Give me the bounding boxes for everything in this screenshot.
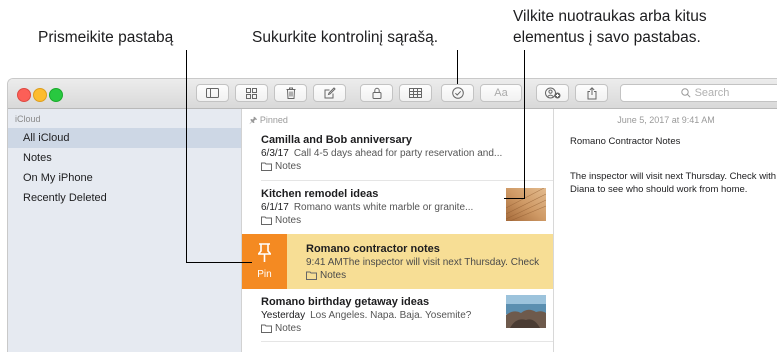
note-date: 6/1/17: [261, 202, 289, 213]
note-editor-date: June 5, 2017 at 9:41 AM: [617, 115, 715, 125]
pinned-header-label: Pinned: [259, 115, 288, 125]
note-date: 6/3/17: [261, 148, 289, 159]
search-placeholder: Search: [694, 87, 730, 99]
leader-pin-horizontal: [186, 262, 252, 264]
note-editor-body: The inspector will visit next Thursday. …: [570, 171, 777, 195]
lock-button[interactable]: [360, 84, 393, 102]
note-editor-title: Romano Contractor Notes: [570, 136, 681, 147]
pinned-header: 🖈︎ Pinned: [249, 113, 288, 129]
sidebar-item-on-my-iphone[interactable]: On My iPhone: [8, 168, 241, 188]
note-folder-label: Notes: [275, 323, 302, 334]
note-preview-line: 6/3/17 Call 4-5 days ahead for party rese…: [261, 148, 502, 159]
note-list: 🖈︎ Pinned Camilla and Bob anniversary 6/…: [242, 109, 554, 352]
note-preview: The inspector will visit next Thursday. …: [342, 257, 540, 268]
note-title: Romano contractor notes: [306, 243, 440, 255]
sidebar-item-notes[interactable]: Notes: [8, 148, 241, 168]
note-folder: Notes: [306, 270, 346, 281]
wood-thumbnail: [506, 188, 546, 221]
delete-button[interactable]: [274, 84, 307, 102]
leader-pin-vertical: [186, 50, 188, 263]
note-title: Camilla and Bob anniversary: [261, 134, 412, 146]
note-folder-label: Notes: [275, 161, 302, 172]
note-preview-line: 9:41 AMThe inspector will visit next Thu…: [306, 257, 539, 268]
note-date: Yesterday: [261, 310, 306, 321]
sidebar-item-recently-deleted[interactable]: Recently Deleted: [8, 188, 241, 208]
zoom-window-button[interactable]: [49, 88, 63, 102]
leader-drag-horizontal: [504, 198, 525, 200]
note-folder-label: Notes: [275, 215, 302, 226]
gallery-view-button[interactable]: [235, 84, 268, 102]
gallery-icon: [246, 87, 257, 99]
leader-drag-vertical: [524, 50, 526, 199]
close-window-button[interactable]: [17, 88, 31, 102]
pin-small-icon: 🖈︎: [249, 115, 258, 125]
note-title: Romano birthday getaway ideas: [261, 296, 430, 308]
folder-icon: [261, 216, 272, 225]
checklist-icon: [451, 87, 464, 99]
note-folder: Notes: [261, 161, 301, 172]
callout-drag-line2: elementus į savo pastabas.: [513, 29, 701, 46]
format-icon: Aa: [494, 87, 508, 99]
folder-icon: [261, 162, 272, 171]
trash-icon: [286, 87, 295, 99]
compose-icon: [324, 87, 336, 99]
callout-drag-line1: Vilkite nuotraukas arba kitus: [513, 8, 707, 25]
toolbar: Aa Search: [8, 79, 777, 109]
note-preview: Romano wants white marble or granite...: [293, 202, 474, 213]
folder-icon: [261, 324, 272, 333]
pin-icon: [258, 243, 271, 262]
compose-button[interactable]: [313, 84, 346, 102]
note-folder: Notes: [261, 323, 301, 334]
pin-label: Pin: [257, 269, 272, 280]
note-divider: [261, 341, 553, 342]
add-people-icon: [544, 87, 560, 99]
sidebar: iCloud All iCloud Notes On My iPhone Rec…: [8, 109, 242, 352]
notes-window: Aa Search iCloud All iCloud Notes On My …: [7, 78, 777, 352]
search-icon: [680, 88, 691, 98]
search-field[interactable]: Search: [620, 84, 777, 102]
note-title: Kitchen remodel ideas: [261, 188, 379, 200]
minimize-window-button[interactable]: [33, 88, 47, 102]
note-folder: Notes: [261, 215, 301, 226]
table-button[interactable]: [399, 84, 432, 102]
note-editor[interactable]: June 5, 2017 at 9:41 AM Romano Contracto…: [554, 109, 777, 352]
leader-checklist: [457, 50, 459, 84]
callout-pin-note: Prismeikite pastabą: [38, 29, 174, 46]
lock-icon: [372, 87, 381, 99]
share-icon: [587, 86, 596, 99]
checklist-button[interactable]: [441, 84, 474, 102]
beach-thumbnail: [506, 295, 546, 328]
sidebar-toggle-button[interactable]: [196, 84, 229, 102]
note-preview: Los Angeles. Napa. Baja. Yosemite?: [310, 310, 472, 321]
format-button[interactable]: Aa: [480, 84, 522, 102]
folder-icon: [306, 271, 317, 280]
table-icon: [409, 88, 422, 98]
sidebar-section-icloud: iCloud: [15, 114, 41, 124]
sidebar-item-all-icloud[interactable]: All iCloud: [8, 128, 241, 148]
callout-checklist: Sukurkite kontrolinį sąrašą.: [252, 29, 439, 46]
note-item-contractor[interactable]: Pin Romano contractor notes 9:41 AMThe i…: [242, 234, 553, 289]
note-preview-line: 6/1/17 Romano wants white marble or grani…: [261, 202, 473, 213]
note-preview-line: Yesterday Los Angeles. Napa. Baja. Yosemi…: [261, 310, 471, 321]
sidebar-toggle-icon: [206, 88, 219, 98]
note-preview: Call 4-5 days ahead for party reservatio…: [293, 148, 503, 159]
note-folder-label: Notes: [320, 270, 347, 281]
add-people-button[interactable]: [536, 84, 569, 102]
note-divider: [261, 180, 553, 181]
note-date: 9:41 AM: [306, 257, 343, 268]
share-button[interactable]: [575, 84, 608, 102]
